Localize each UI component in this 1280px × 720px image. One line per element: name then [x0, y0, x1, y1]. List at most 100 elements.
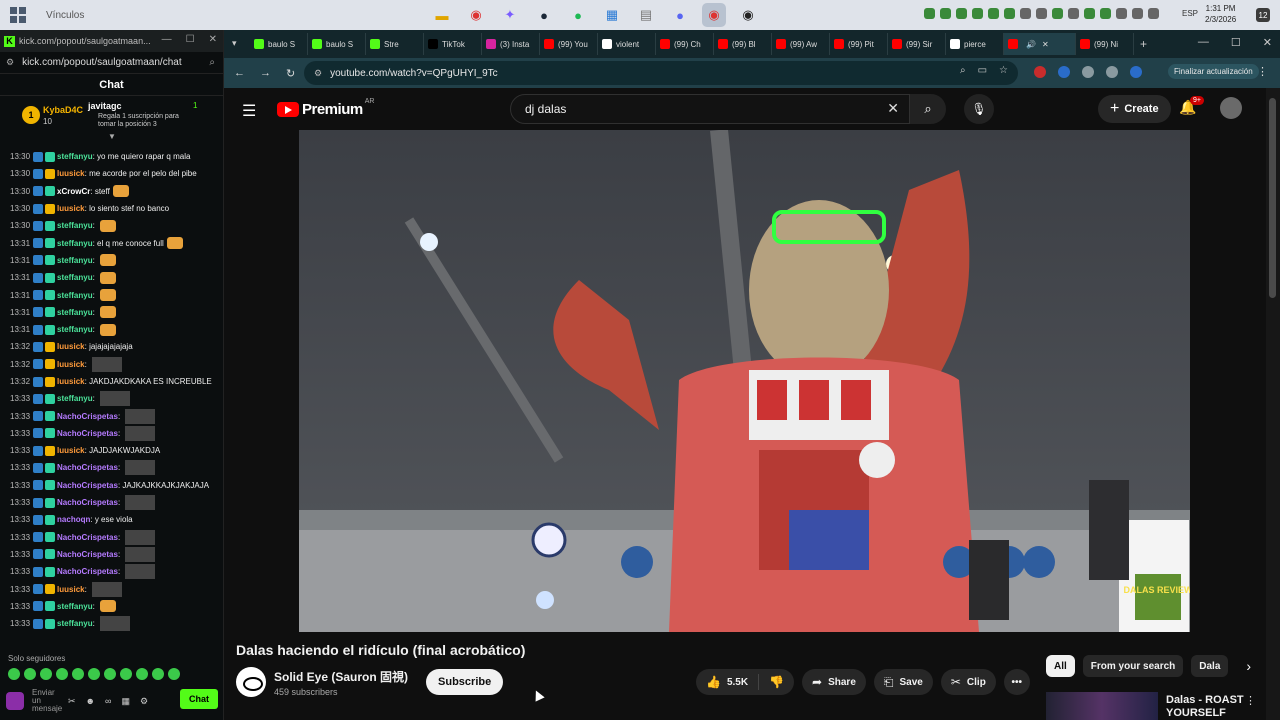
emote-icon[interactable] [72, 668, 84, 680]
gifter-name[interactable]: javitagc [88, 101, 122, 111]
message-user[interactable]: NachoCrispetas [57, 481, 118, 490]
update-button[interactable]: Finalizar actualización [1168, 64, 1259, 79]
reload-icon[interactable]: ↻ [286, 67, 302, 80]
language-indicator[interactable]: ESP [1182, 9, 1198, 18]
tray-icon[interactable] [1036, 8, 1047, 19]
youtube-logo[interactable]: Premium AR [277, 98, 374, 118]
like-button[interactable]: 👍 5.5K [696, 674, 760, 690]
zoom-icon[interactable]: ⌕ [209, 57, 215, 68]
browser-tab[interactable]: (99) Bl [714, 33, 772, 55]
chevron-right-icon[interactable]: › [1246, 658, 1251, 674]
tray-icon[interactable] [1116, 8, 1127, 19]
browser-tab[interactable]: baulo S [250, 33, 308, 55]
chip-dalas[interactable]: Dala [1191, 655, 1229, 677]
tray-icon[interactable] [1068, 8, 1079, 19]
minimize-icon[interactable]: — [1198, 36, 1209, 49]
subscribe-button[interactable]: Subscribe [426, 669, 504, 695]
tray-icon[interactable] [972, 8, 983, 19]
message-user[interactable]: NachoCrispetas [57, 533, 118, 542]
message-user[interactable]: steffanyu [57, 394, 93, 403]
forward-icon[interactable]: → [260, 67, 276, 79]
kick-urlbar[interactable]: ⚙ kick.com/popout/saulgoatmaan/chat ⌕ [0, 52, 223, 74]
link-icon[interactable]: ∞ [105, 696, 111, 707]
omnibox[interactable]: ⚙ youtube.com/watch?v=QPgUHYI_9Tc ⌕ ▭ ☆ [304, 61, 1018, 85]
maximize-icon[interactable]: ☐ [186, 34, 195, 45]
send-chat-button[interactable]: Chat [180, 689, 218, 709]
more-actions-button[interactable]: ••• [1003, 669, 1030, 695]
message-user[interactable]: steffanyu [57, 619, 93, 628]
chevron-down-icon[interactable]: ▼ [108, 132, 116, 141]
hamburger-menu-icon[interactable]: ☰ [242, 101, 256, 121]
close-icon[interactable]: ✕ [1263, 36, 1272, 49]
emote-icon[interactable] [104, 668, 116, 680]
message-user[interactable]: luusick [57, 204, 85, 213]
tray-icon[interactable] [988, 8, 999, 19]
tab-search-icon[interactable]: ▾ [232, 38, 244, 50]
cast-icon[interactable]: ▭ [978, 65, 987, 76]
chat-input[interactable]: Enviar un mensaje [32, 689, 62, 713]
tray-icon[interactable] [1004, 8, 1015, 19]
tray-icon[interactable] [1084, 8, 1095, 19]
discord-icon[interactable]: ● [668, 3, 692, 27]
browser-tab[interactable]: (99) Sir [888, 33, 946, 55]
tray-icon[interactable] [1100, 8, 1111, 19]
gift-icon[interactable]: ✂ [68, 696, 76, 707]
back-icon[interactable]: ← [234, 67, 250, 79]
browser-tab[interactable]: (3) Insta [482, 33, 540, 55]
message-user[interactable]: NachoCrispetas [57, 567, 118, 576]
message-user[interactable]: NachoCrispetas [57, 498, 118, 507]
emote-icon[interactable] [88, 668, 100, 680]
obs-icon[interactable]: ◉ [736, 3, 760, 27]
message-user[interactable]: luusick [57, 446, 85, 455]
message-user[interactable]: steffanyu [57, 273, 93, 282]
site-settings-icon[interactable]: ⚙ [6, 57, 14, 68]
message-user[interactable]: NachoCrispetas [57, 429, 118, 438]
create-button[interactable]: + Create [1098, 95, 1171, 123]
emote-icon[interactable] [40, 668, 52, 680]
recommended-title[interactable]: Dalas - ROAST YOURSELF [1166, 694, 1246, 720]
tray-icon[interactable] [956, 8, 967, 19]
browser-tab[interactable]: (99) Pit [830, 33, 888, 55]
chrome-active-icon[interactable]: ◉ [702, 3, 726, 27]
channel-name[interactable]: Solid Eye (Sauron 固視) [274, 668, 408, 685]
chrome-menu-icon[interactable]: ⋮ [1257, 65, 1268, 78]
emoji-icon[interactable]: ☻ [86, 696, 95, 707]
new-tab-button[interactable]: + [1140, 37, 1147, 51]
audio-icon[interactable]: 🔊 [1026, 40, 1036, 49]
chip-from-search[interactable]: From your search [1082, 655, 1184, 677]
more-icon[interactable]: ⋮ [1245, 694, 1256, 707]
message-user[interactable]: steffanyu [57, 291, 93, 300]
tray-icon[interactable] [924, 8, 935, 19]
copilot-icon[interactable]: ✦ [498, 3, 522, 27]
browser-tab[interactable]: (99) Ni [1076, 33, 1134, 55]
store-icon[interactable]: ▦ [600, 3, 624, 27]
emote-icon[interactable] [56, 668, 68, 680]
message-user[interactable]: NachoCrispetas [57, 463, 118, 472]
browser-tab[interactable]: (99) You [540, 33, 598, 55]
tray-icon[interactable] [940, 8, 951, 19]
top-gifter-name[interactable]: KybaD4C [43, 105, 83, 115]
extension-icon[interactable] [1034, 66, 1046, 78]
message-user[interactable]: steffanyu [57, 221, 93, 230]
extensions-puzzle-icon[interactable] [1082, 66, 1094, 78]
zoom-icon[interactable]: ⌕ [960, 65, 966, 76]
message-user[interactable]: xCrowCr [57, 187, 90, 196]
clock[interactable]: 1:31 PM 2/3/2026 [1205, 3, 1236, 25]
steam-icon[interactable]: ● [532, 3, 556, 27]
message-user[interactable]: luusick [57, 169, 85, 178]
message-user[interactable]: steffanyu [57, 308, 93, 317]
message-user[interactable]: steffanyu [57, 602, 93, 611]
avatar[interactable] [1220, 97, 1242, 119]
chip-all[interactable]: All [1046, 655, 1075, 677]
message-user[interactable]: steffanyu [57, 325, 93, 334]
dislike-button[interactable]: 👎 [759, 675, 794, 689]
chrome-icon[interactable]: ◉ [464, 3, 488, 27]
save-button[interactable]: ⎗ Save [873, 669, 933, 695]
emote-icon[interactable] [24, 668, 36, 680]
clip-button[interactable]: ✂ Clip [940, 669, 996, 695]
browser-tab[interactable]: pierce [946, 33, 1004, 55]
emote-icon[interactable] [152, 668, 164, 680]
start-icon[interactable] [10, 7, 26, 23]
file-explorer-icon[interactable]: ▬ [430, 3, 454, 27]
store-icon[interactable]: ▦ [121, 696, 130, 707]
